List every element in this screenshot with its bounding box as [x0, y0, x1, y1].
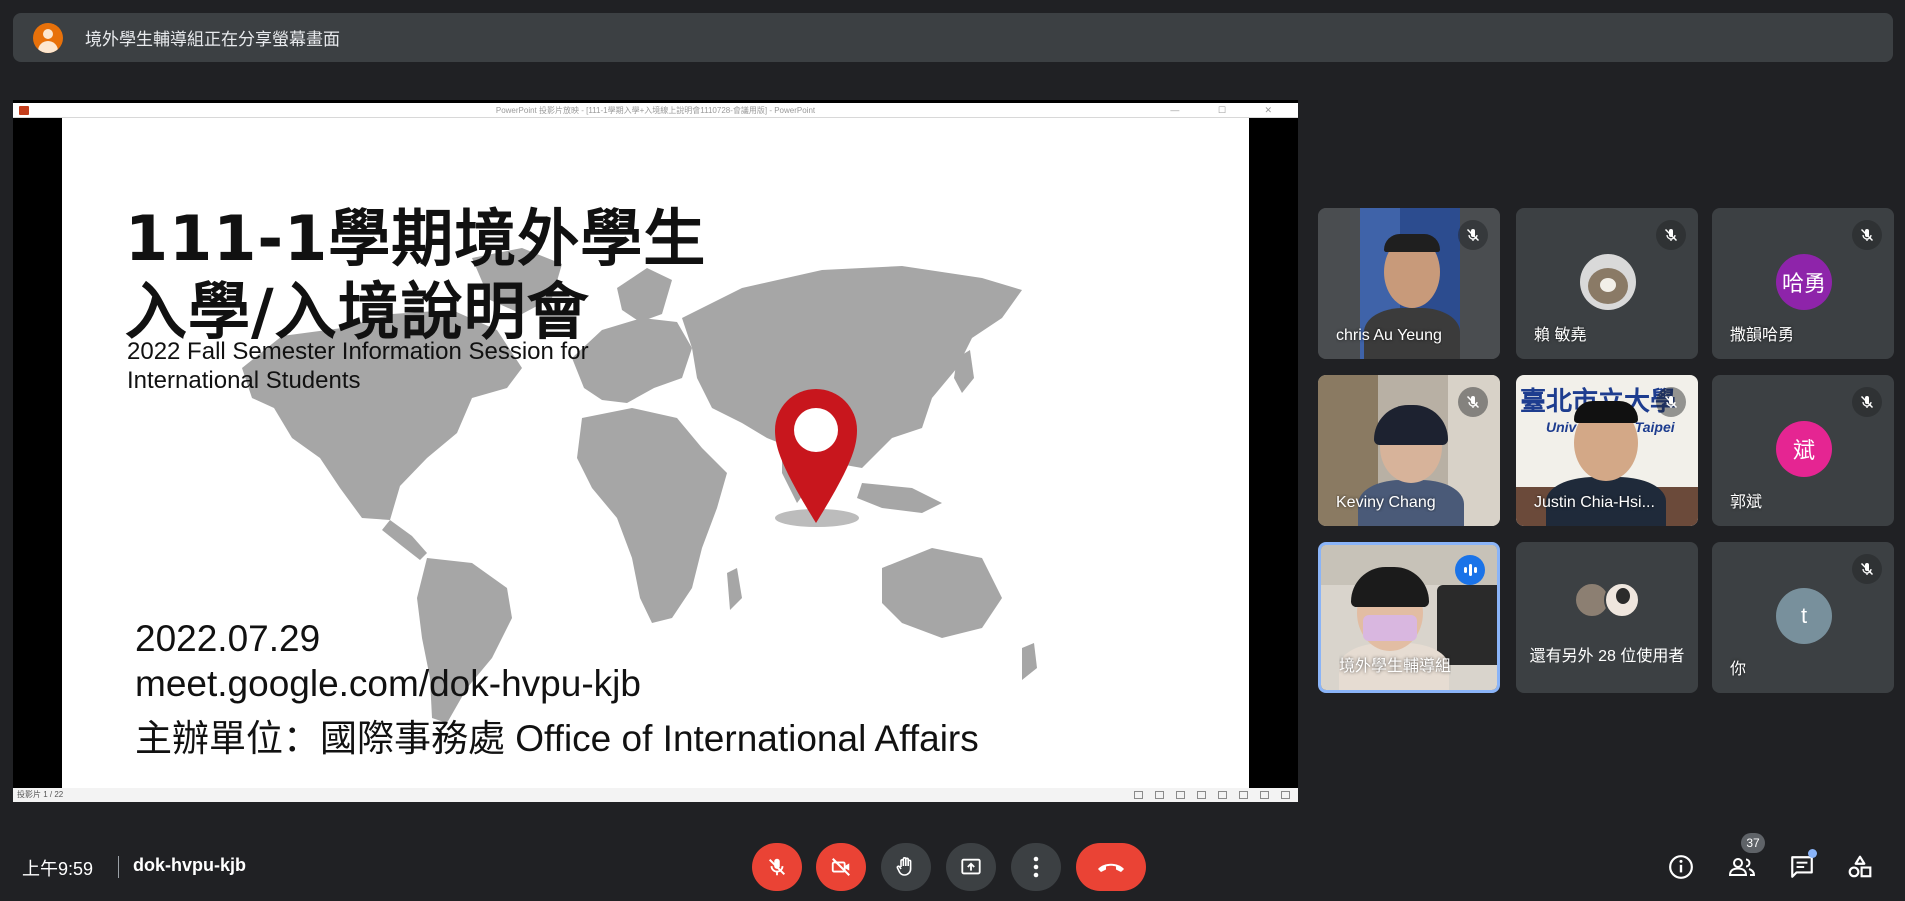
participant-initial-avatar: t	[1776, 588, 1832, 644]
mic-muted-icon	[1852, 387, 1882, 417]
participant-name: 你	[1730, 661, 1747, 678]
divider	[118, 856, 119, 878]
more-options-button[interactable]	[1011, 843, 1061, 891]
view-buttons	[1134, 791, 1290, 799]
participant-tile-justin[interactable]: 臺北市立大學 University of Taipei Justin Chia-…	[1516, 375, 1698, 526]
participant-initial-avatar: 斌	[1776, 421, 1832, 477]
meeting-code: dok-hvpu-kjb	[133, 855, 246, 875]
participant-tile-guo[interactable]: 斌 郭斌	[1712, 375, 1894, 526]
more-options-icon	[1033, 856, 1039, 878]
mic-muted-icon	[1656, 220, 1686, 250]
info-icon	[1669, 855, 1693, 879]
end-call-button[interactable]	[1076, 843, 1146, 891]
raise-hand-icon	[896, 857, 912, 876]
participant-name: chris Au Yeung	[1336, 327, 1442, 344]
presentation-slide: 111-1學期境外學生 入學/入境說明會 2022 Fall Semester …	[62, 118, 1249, 788]
participant-tile-you[interactable]: t 你	[1712, 542, 1894, 693]
participant-name: 撒韻哈勇	[1730, 327, 1795, 344]
others-avatars	[1574, 582, 1646, 618]
shared-screen[interactable]: PowerPoint 投影片放映 - [111-1學期入學+入境線上說明會111…	[13, 100, 1298, 802]
participant-name: 境外學生輔導組	[1339, 658, 1452, 675]
slide-subtitle: 2022 Fall Semester Information Session f…	[127, 338, 589, 394]
present-icon	[961, 858, 981, 875]
current-time: 上午9:59	[22, 859, 94, 879]
activities-icon	[1848, 855, 1872, 878]
slide-counter: 投影片 1 / 22	[17, 790, 64, 799]
participant-tile-keviny[interactable]: Keviny Chang	[1318, 375, 1500, 526]
show-everyone-button[interactable]	[1726, 851, 1758, 883]
powerpoint-titlebar: PowerPoint 投影片放映 - [111-1學期入學+入境線上說明會111…	[13, 103, 1298, 118]
slide-date: 2022.07.29	[135, 618, 321, 659]
participant-tile-chris[interactable]: chris Au Yeung	[1318, 208, 1500, 359]
share-banner-text: 境外學生輔導組正在分享螢幕畫面	[85, 30, 340, 49]
toggle-mic-button[interactable]	[752, 843, 802, 891]
participant-photo-avatar	[1580, 254, 1636, 310]
participant-name: 賴 敏堯	[1534, 327, 1587, 344]
present-now-button[interactable]	[946, 843, 996, 891]
raise-hand-button[interactable]	[881, 843, 931, 891]
end-call-icon	[1098, 863, 1124, 872]
others-count-text: 還有另外 28 位使用者	[1529, 648, 1685, 665]
meeting-details-button[interactable]	[1665, 851, 1697, 883]
participant-name: Keviny Chang	[1336, 494, 1436, 511]
presenter-avatar-icon	[33, 22, 63, 53]
mic-muted-icon	[1458, 387, 1488, 417]
participant-count-badge: 37	[1741, 833, 1765, 853]
powerpoint-logo-icon	[19, 106, 29, 115]
mic-muted-icon	[1458, 220, 1488, 250]
mic-muted-icon	[1852, 220, 1882, 250]
speaking-indicator-icon	[1455, 555, 1485, 585]
participant-name: 郭斌	[1730, 494, 1763, 511]
activities-button[interactable]	[1844, 851, 1876, 883]
people-icon	[1728, 858, 1756, 876]
mic-muted-icon	[1656, 387, 1686, 417]
participant-initial-avatar: 哈勇	[1776, 254, 1832, 310]
participant-tile-others[interactable]: 還有另外 28 位使用者	[1516, 542, 1698, 693]
participant-tile-presenter[interactable]: 境外學生輔導組	[1318, 542, 1500, 693]
mic-off-icon	[768, 858, 786, 876]
mic-muted-icon	[1852, 554, 1882, 584]
participant-tile-lai[interactable]: 賴 敏堯	[1516, 208, 1698, 359]
window-controls: — ☐ ✕	[1170, 105, 1290, 115]
participant-name: Justin Chia-Hsi...	[1534, 494, 1655, 511]
participant-tile-sayun[interactable]: 哈勇 撒韻哈勇	[1712, 208, 1894, 359]
camera-off-icon	[831, 858, 850, 876]
screen-share-banner: 境外學生輔導組正在分享螢幕畫面	[13, 13, 1893, 62]
toggle-camera-button[interactable]	[816, 843, 866, 891]
powerpoint-window-title: PowerPoint 投影片放映 - [111-1學期入學+入境線上說明會111…	[495, 106, 816, 115]
slide-meeting-link: meet.google.com/dok-hvpu-kjb	[135, 663, 641, 704]
slide-organizer: 主辦單位：國際事務處 Office of International Affai…	[135, 718, 979, 759]
powerpoint-statusbar: 投影片 1 / 22	[13, 788, 1298, 802]
chat-unread-dot	[1808, 849, 1817, 858]
